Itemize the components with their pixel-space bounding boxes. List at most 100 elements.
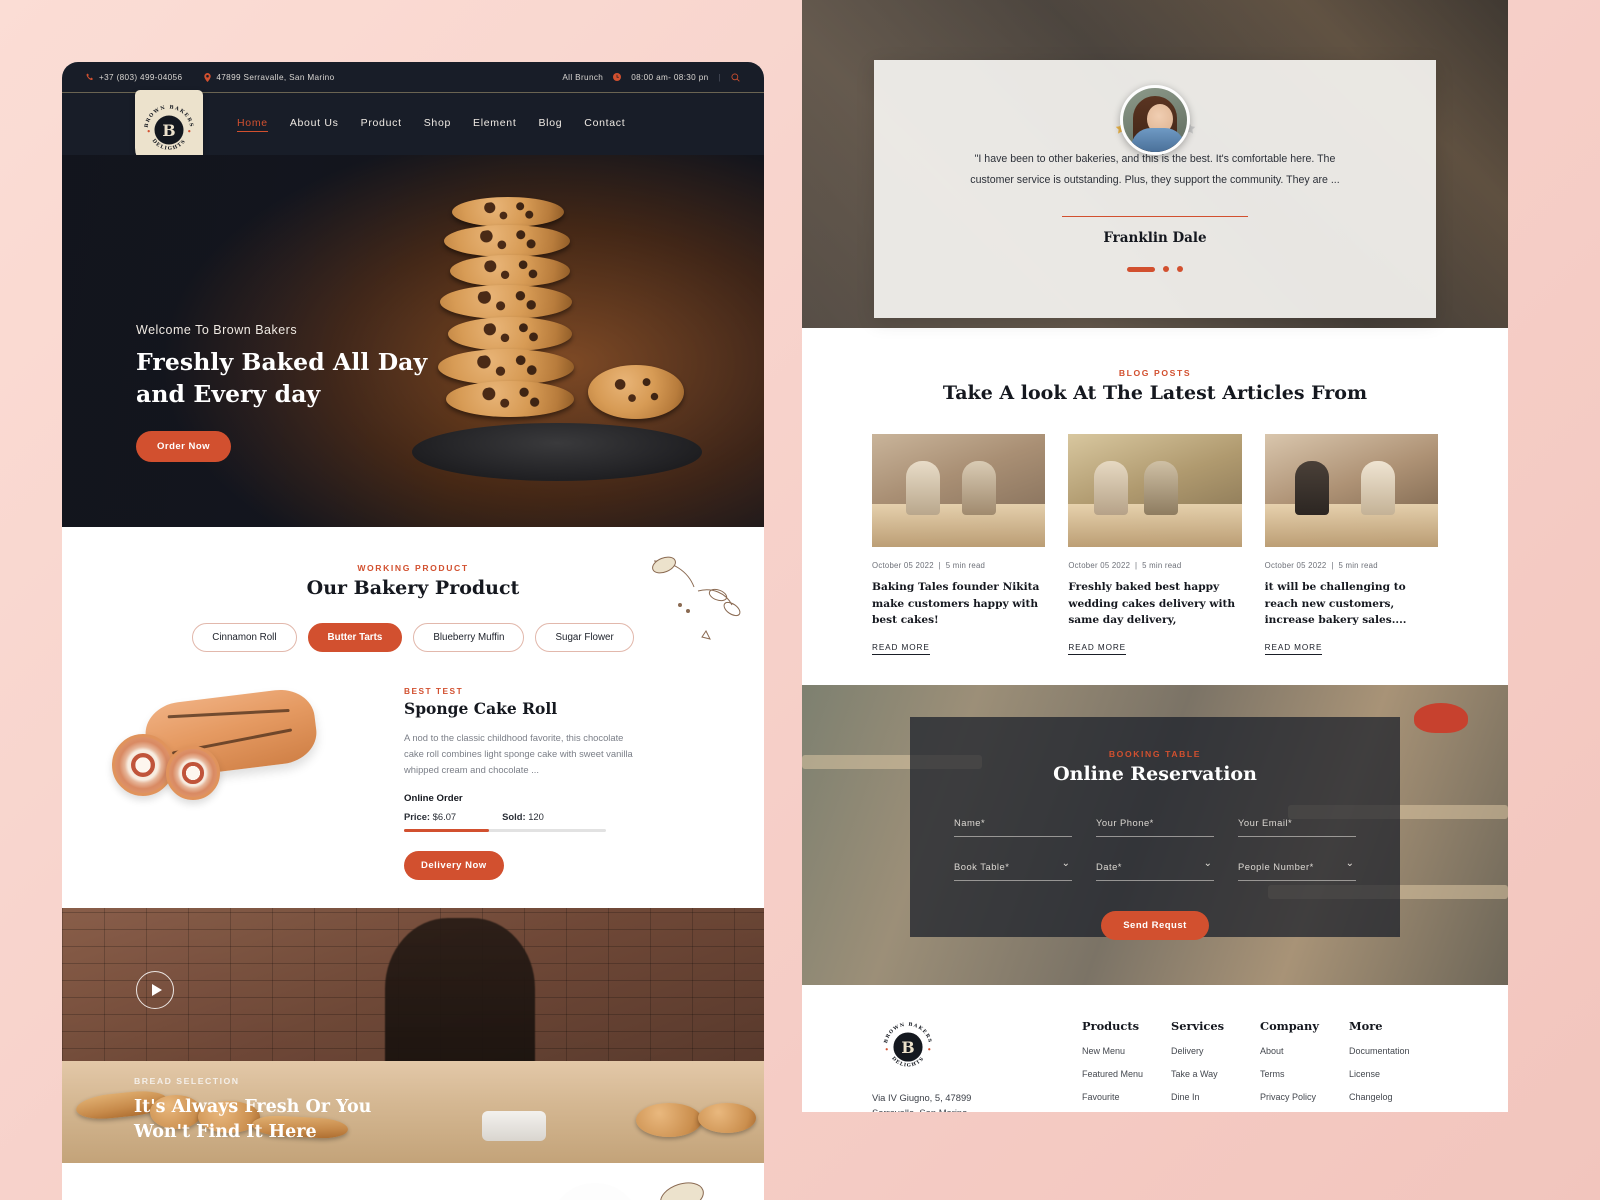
blog-thumbnail-image (1264, 434, 1438, 547)
hero-title: Freshly Baked All Day and Every day (136, 346, 427, 410)
blog-card[interactable]: October 05 2022 | 5 min read Freshly bak… (1068, 434, 1242, 655)
nav-item-shop[interactable]: Shop (424, 117, 451, 131)
testimonial-section: "I have been to other bakeries, and this… (802, 0, 1508, 328)
read-more-link[interactable]: READ MORE (872, 643, 930, 655)
team-section: THEY ARE THE BEST (62, 1162, 764, 1200)
nav-item-about-us[interactable]: About Us (290, 117, 339, 131)
svg-text:B: B (901, 1038, 914, 1057)
send-request-button[interactable]: Send Requst (1101, 911, 1209, 941)
date-select[interactable] (1096, 861, 1214, 882)
order-now-button[interactable]: Order Now (136, 431, 232, 463)
blog-post-title: Baking Tales founder Nikita make custome… (872, 581, 1040, 627)
name-input[interactable] (954, 817, 1072, 838)
product-info: BEST TEST Sponge Cake Roll A nod to the … (404, 682, 714, 880)
read-more-link[interactable]: READ MORE (1264, 643, 1323, 655)
blog-card[interactable]: October 05 2022 | 5 min read Baking Tale… (872, 434, 1046, 655)
footer-link[interactable]: Dine In (1171, 1092, 1260, 1102)
delivery-now-button[interactable]: Delivery Now (404, 850, 504, 880)
footer-address-line2: Serravalle, San Marino (872, 1105, 1082, 1112)
play-video-button[interactable] (136, 970, 174, 1009)
blog-date: October 05 2022 (1068, 561, 1131, 570)
logo-mark: B BROWN BAKERS DELIGHTS (144, 104, 194, 151)
tab-blueberry-muffin[interactable]: Blueberry Muffin (413, 623, 525, 652)
reservation-section: BOOKING TABLE Online Reservation Name* Y… (802, 685, 1508, 986)
sold-progress-fill (404, 829, 489, 832)
tab-cinnamon-roll[interactable]: Cinnamon Roll (192, 623, 297, 652)
testimonial-card: "I have been to other bakeries, and this… (874, 60, 1436, 318)
blog-title: Take A look At The Latest Articles From (942, 382, 1368, 404)
footer-column-heading: Company (1260, 1019, 1319, 1034)
blog-date: October 05 2022 (872, 561, 934, 570)
pagination-dot[interactable] (1163, 266, 1169, 273)
avatar (1120, 85, 1190, 155)
cookie (452, 197, 564, 227)
svg-text:B: B (162, 121, 175, 140)
blog-read-time: 5 min read (1338, 561, 1378, 570)
book-table-select[interactable] (954, 861, 1072, 882)
footer-link-columns: Products New Menu Featured Menu Favourit… (1082, 1019, 1438, 1112)
footer-link[interactable]: Terms (1260, 1069, 1349, 1079)
nav-item-home[interactable]: Home (237, 117, 268, 132)
field-date: ⌄ (1096, 857, 1214, 882)
email-input[interactable] (1238, 817, 1356, 838)
blog-card[interactable]: October 05 2022 | 5 min read it will be … (1264, 434, 1438, 655)
blog-read-time: 5 min read (1142, 561, 1182, 570)
hero-title-line1: Freshly Baked All Day (136, 348, 428, 376)
tab-sugar-flower[interactable]: Sugar Flower (535, 623, 634, 652)
nav-links: Home About Us Product Shop Element Blog … (237, 117, 625, 132)
footer-column-heading: Services (1171, 1019, 1225, 1034)
pagination-dot[interactable] (1177, 266, 1183, 273)
footer-link[interactable]: About (1260, 1046, 1349, 1056)
footer-link[interactable]: Changelog (1349, 1092, 1438, 1102)
topbar-phone[interactable]: +37 (803) 499-04056 (86, 73, 182, 82)
footer-link[interactable]: New Menu (1082, 1046, 1171, 1056)
people-number-select[interactable] (1238, 861, 1356, 882)
cookie (446, 381, 574, 417)
reservation-kicker: BOOKING TABLE (1108, 749, 1202, 760)
right-page-preview: "I have been to other bakeries, and this… (802, 0, 1508, 1112)
field-people-number: ⌄ (1238, 857, 1356, 882)
top-utility-bar: +37 (803) 499-04056 47899 Serravalle, Sa… (62, 62, 764, 93)
products-title: Our Bakery Product (306, 577, 520, 599)
topbar-phone-text: +37 (803) 499-04056 (99, 72, 183, 82)
footer-link[interactable]: Privacy Policy (1260, 1092, 1349, 1102)
price-label: Price: (404, 811, 431, 823)
footer-link[interactable]: Featured Menu (1082, 1069, 1171, 1079)
person-shape (962, 461, 996, 516)
nav-item-product[interactable]: Product (361, 117, 402, 131)
croissant-shape (698, 1102, 756, 1133)
reservation-fields-row-1 (954, 813, 1356, 838)
footer-link[interactable]: Documentation (1349, 1046, 1438, 1056)
chef-portrait-image (522, 1182, 672, 1200)
main-navbar: B BROWN BAKERS DELIGHTS Home About Us Pr… (62, 90, 764, 170)
footer-link[interactable]: Favourite (1082, 1092, 1171, 1102)
blog-post-title: Freshly baked best happy wedding cakes d… (1068, 581, 1236, 627)
bakery-counter-shape (872, 504, 1046, 547)
cookie (438, 349, 574, 385)
footer-address: Via IV Giugno, 5, 47899 Serravalle, San … (872, 1090, 1082, 1112)
croissant-shape (636, 1102, 702, 1137)
cookie (444, 225, 570, 257)
red-bowl-shape (1414, 703, 1468, 734)
pagination-dot-active[interactable] (1127, 266, 1155, 272)
hero-section: Welcome To Brown Bakers Freshly Baked Al… (62, 155, 764, 527)
reservation-form: BOOKING TABLE Online Reservation Name* Y… (910, 717, 1400, 941)
footer-logo[interactable]: B BROWN BAKERS DELIGHTS (880, 1019, 936, 1075)
footer-link[interactable]: License (1349, 1069, 1438, 1079)
phone-input[interactable] (1096, 817, 1214, 838)
footer-link[interactable]: Delivery (1171, 1046, 1260, 1056)
nav-item-contact[interactable]: Contact (584, 117, 625, 131)
search-icon[interactable] (731, 72, 740, 82)
nav-item-element[interactable]: Element (473, 117, 516, 131)
blog-kicker: BLOG POSTS (1118, 368, 1192, 378)
tab-butter-tarts[interactable]: Butter Tarts (307, 623, 403, 652)
footer-link[interactable]: Take a Way (1171, 1069, 1260, 1079)
topbar-brunch-label: All Brunch (562, 72, 604, 82)
read-more-link[interactable]: READ MORE (1068, 643, 1127, 655)
field-book-table: ⌄ (954, 857, 1072, 882)
person-shape (1360, 461, 1395, 516)
blog-date: October 05 2022 (1264, 561, 1327, 570)
topbar-address[interactable]: 47899 Serravalle, San Marino (204, 72, 334, 82)
nav-item-blog[interactable]: Blog (538, 117, 562, 131)
plate-shape (411, 423, 703, 481)
